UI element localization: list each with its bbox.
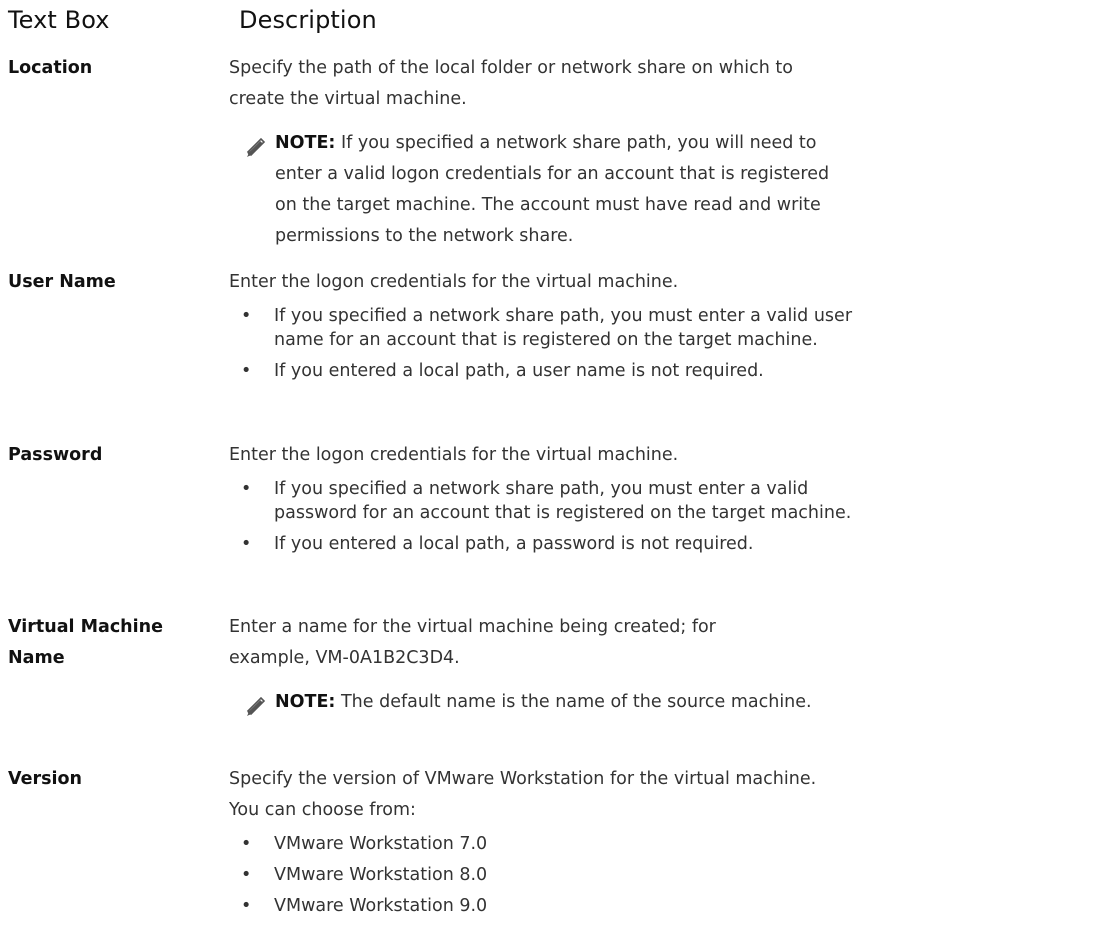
list-item: • VMware Workstation 7.0 — [241, 834, 488, 854]
description-text: Specify the path of the local folder or … — [229, 58, 793, 109]
list-item: • VMware Workstation 8.0 — [241, 865, 488, 885]
term-password: Password — [8, 445, 103, 465]
bullet-list: • VMware Workstation 7.0 • VMware Workstat… — [229, 832, 829, 918]
term-user-name: User Name — [8, 272, 116, 292]
term-location: Location — [8, 58, 93, 78]
note-virtual-machine-name: NOTE: The default name is the name of th… — [229, 687, 875, 718]
note-pencil-icon — [246, 696, 266, 716]
bullet-icon: • — [241, 534, 252, 554]
note-location: NOTE: If you specified a network share p… — [229, 128, 830, 252]
bullet-list: • If you specified a network share path, … — [229, 477, 869, 556]
term-version: Version — [8, 769, 82, 789]
column-header-description: Description — [239, 6, 377, 34]
list-item: • If you specified a network share path, … — [241, 306, 853, 350]
document-page: Text Box Description Location Specify th… — [0, 0, 1113, 934]
list-item: • If you specified a network share path, … — [241, 479, 852, 523]
list-item: • VMware Workstation 9.0 — [241, 896, 488, 916]
description-user-name: Enter the logon credentials for the virt… — [229, 267, 869, 390]
bullet-icon: • — [241, 896, 252, 916]
description-text: Enter the logon credentials for the virt… — [229, 445, 679, 465]
description-virtual-machine-name: Enter a name for the virtual machine bei… — [229, 612, 812, 718]
bullet-icon: • — [241, 865, 252, 885]
note-label: NOTE: — [275, 133, 336, 153]
term-virtual-machine-name: Virtual Machine Name — [8, 617, 163, 668]
description-password: Enter the logon credentials for the virt… — [229, 440, 869, 563]
note-text: The default name is the name of the sour… — [335, 692, 812, 712]
note-text: If you specified a network share path, y… — [275, 133, 830, 246]
description-text: Specify the version of VMware Workstatio… — [229, 769, 817, 820]
description-location: Specify the path of the local folder or … — [229, 53, 829, 252]
description-version: Specify the version of VMware Workstatio… — [229, 764, 829, 925]
bullet-icon: • — [241, 834, 252, 854]
note-label: NOTE: — [275, 692, 336, 712]
list-item: • If you entered a local path, a password… — [241, 534, 754, 554]
bullet-list: • If you specified a network share path, … — [229, 304, 869, 383]
note-pencil-icon — [246, 137, 266, 157]
column-header-text-box: Text Box — [8, 6, 110, 34]
bullet-icon: • — [241, 361, 252, 381]
bullet-icon: • — [241, 306, 252, 326]
list-item: • If you entered a local path, a user nam… — [241, 361, 764, 381]
description-text: Enter a name for the virtual machine bei… — [229, 617, 716, 668]
description-text: Enter the logon credentials for the virt… — [229, 272, 679, 292]
bullet-icon: • — [241, 479, 252, 499]
